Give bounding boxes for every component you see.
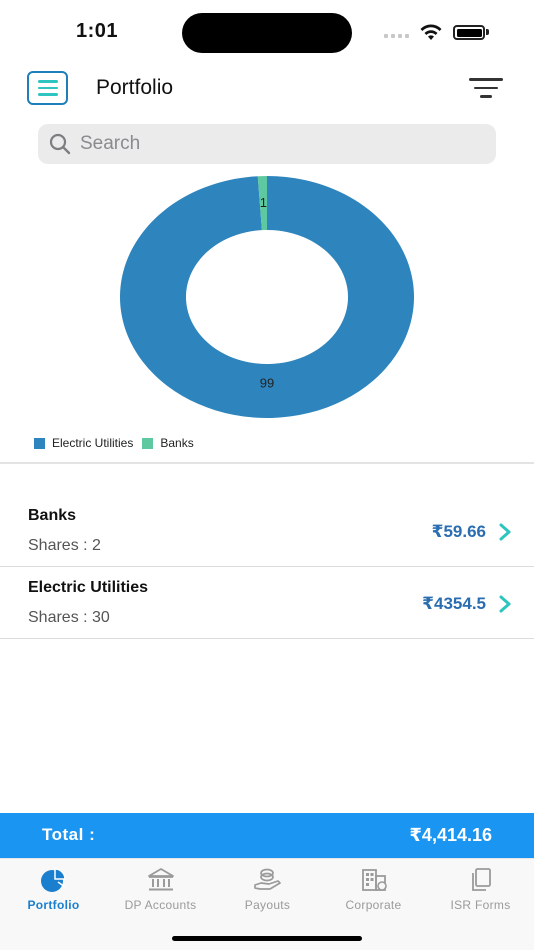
total-label: Total :	[42, 825, 96, 844]
legend-item-banks: Banks	[142, 436, 194, 450]
menu-line	[37, 86, 58, 90]
filter-line	[469, 78, 503, 81]
status-bar: 1:01	[0, 0, 534, 62]
search-input[interactable]	[80, 133, 480, 155]
battery-icon	[453, 25, 485, 40]
legend-swatch	[142, 437, 154, 449]
menu-line	[37, 93, 58, 96]
home-indicator	[172, 936, 362, 941]
cellular-signal-icon	[384, 34, 409, 38]
hand-coins-icon	[253, 868, 281, 890]
dynamic-island	[182, 13, 352, 53]
holding-shares: Shares : 30	[28, 609, 110, 626]
search-icon	[49, 133, 71, 155]
total-bar: Total : ₹4,414.16	[0, 813, 534, 858]
filter-button[interactable]	[469, 78, 503, 100]
tab-label: Portfolio	[27, 898, 80, 912]
status-time: 1:01	[76, 20, 119, 42]
section-divider	[0, 462, 534, 464]
copy-icon	[471, 868, 491, 891]
tab-label: DP Accounts	[124, 898, 197, 912]
tab-corporate[interactable]: Corporate	[320, 867, 427, 912]
chevron-right-icon[interactable]	[498, 594, 512, 614]
filter-line	[474, 86, 498, 89]
legend-label: Electric Utilities	[52, 436, 134, 450]
page-title: Portfolio	[96, 76, 174, 99]
menu-line	[37, 80, 58, 83]
donut-slice-label: 1	[260, 195, 267, 210]
donut-slice-label: 99	[260, 375, 274, 390]
menu-button[interactable]	[27, 71, 68, 105]
tab-label: Corporate	[345, 898, 402, 912]
battery-tip	[486, 29, 489, 35]
search-bar[interactable]	[38, 124, 496, 164]
legend-label: Banks	[160, 436, 194, 450]
chevron-right-icon[interactable]	[498, 522, 512, 542]
legend-item-electric-utilities: Electric Utilities	[34, 436, 133, 450]
tab-dp-accounts[interactable]: DP Accounts	[107, 867, 214, 912]
wifi-icon	[420, 24, 442, 40]
holding-value: ₹4354.5	[422, 594, 486, 613]
tab-payouts[interactable]: Payouts	[214, 867, 321, 912]
donut-inner-ring	[186, 230, 348, 364]
tab-label: ISR Forms	[450, 898, 511, 912]
pie-chart-icon	[40, 868, 66, 892]
holding-name: Electric Utilities	[28, 579, 149, 596]
total-value: ₹4,414.16	[409, 825, 492, 845]
holding-value: ₹59.66	[431, 522, 486, 541]
holdings-list: Banks Shares : 2 ₹59.66 Electric Utiliti…	[0, 495, 534, 639]
chart-legend: Electric Utilities Banks	[34, 436, 203, 450]
holding-row-banks[interactable]: Banks Shares : 2 ₹59.66	[0, 495, 534, 567]
bank-icon	[147, 868, 174, 891]
holding-name: Banks	[28, 507, 77, 524]
building-icon	[361, 869, 387, 891]
legend-swatch	[34, 437, 45, 449]
tab-label: Payouts	[244, 898, 291, 912]
portfolio-donut-chart: 99 1	[120, 176, 414, 418]
tab-portfolio[interactable]: Portfolio	[0, 867, 107, 912]
filter-line	[480, 95, 492, 98]
tab-isr-forms[interactable]: ISR Forms	[427, 867, 534, 912]
holding-shares: Shares : 2	[28, 537, 101, 554]
holding-row-electric-utilities[interactable]: Electric Utilities Shares : 30 ₹4354.5	[0, 567, 534, 639]
